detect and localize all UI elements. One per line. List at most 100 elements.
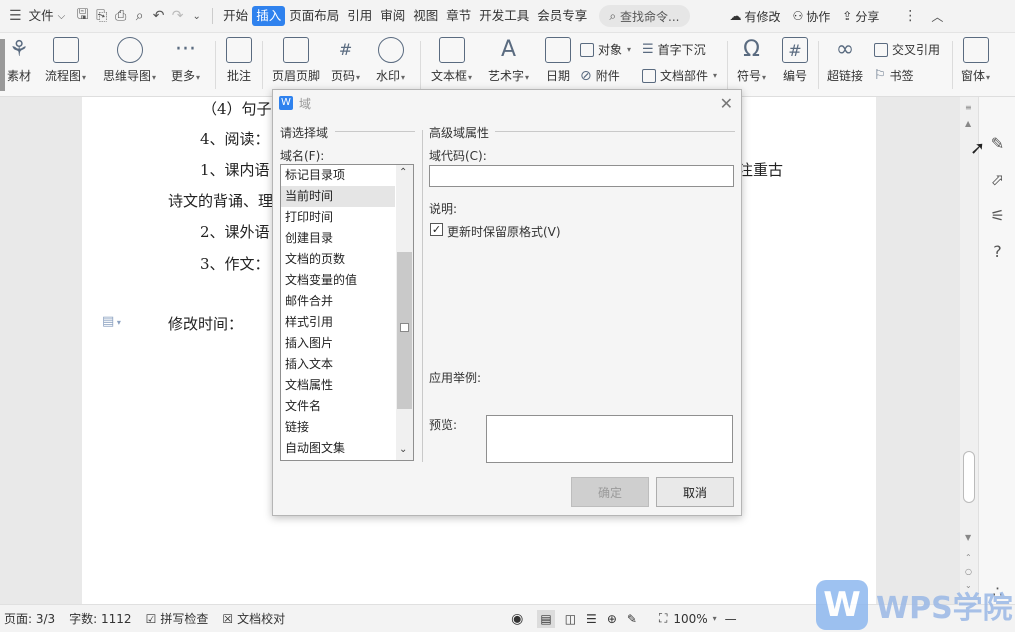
more-button[interactable]: ··· 更多▾	[171, 37, 200, 84]
export-icon[interactable]: ⎘	[92, 8, 111, 24]
eye-icon[interactable]: ◉	[511, 611, 523, 627]
list-item[interactable]: 创建目录	[281, 228, 395, 249]
scroll-top-icon[interactable]: ≡	[965, 103, 972, 112]
list-item[interactable]: 文档属性	[281, 375, 395, 396]
docparts-button[interactable]: 文档部件 ▾	[642, 67, 717, 84]
spellcheck-button[interactable]: ☑ 拼写检查	[146, 610, 209, 627]
comment-button[interactable]: 批注	[226, 37, 252, 84]
crossref-button[interactable]: 交叉引用	[874, 41, 940, 58]
document-scrollbar[interactable]: ≡ ▲ ▼ ⌃ ○ ⌄	[960, 97, 978, 604]
list-item[interactable]: 链接	[281, 417, 395, 438]
zoom-out-icon[interactable]: —	[725, 612, 737, 626]
chevron-down-icon[interactable]: ⌵	[58, 11, 66, 22]
header-footer-button[interactable]: 页眉页脚	[272, 37, 320, 84]
attachment-button[interactable]: ⊘ 附件	[580, 67, 620, 84]
undo-icon[interactable]: ↶	[149, 8, 168, 24]
tab-member[interactable]: 会员专享	[533, 6, 591, 26]
settings-sliders-icon[interactable]: ⚟	[979, 197, 1015, 233]
help-icon[interactable]: ?	[979, 233, 1015, 269]
tab-developer[interactable]: 开发工具	[475, 6, 533, 26]
paragraph-handle-icon[interactable]: ▤ ▾	[102, 314, 121, 329]
word-count[interactable]: 字数: 1112	[69, 610, 131, 627]
list-item[interactable]: 标记目录项	[281, 165, 395, 186]
list-scrollbar[interactable]: ⌃ ⌄	[396, 165, 413, 460]
scroll-down-icon[interactable]: ▼	[965, 533, 971, 542]
flowchart-button[interactable]: 流程图▾	[45, 37, 86, 84]
numbering-button[interactable]: # 编号	[782, 37, 808, 84]
web-view-icon[interactable]: ⊕	[607, 612, 617, 626]
prev-page-icon[interactable]: ⌃	[965, 553, 972, 562]
ok-button[interactable]: 确定	[571, 477, 649, 507]
dropcap-button[interactable]: ☰ 首字下沉	[642, 41, 706, 58]
hamburger-menu-icon[interactable]: ☰	[9, 8, 22, 24]
dialog-titlebar[interactable]: W 域	[273, 90, 741, 116]
material-label: 素材	[6, 69, 31, 83]
chevron-down-icon[interactable]: ⌄	[399, 444, 407, 455]
bookmark-button[interactable]: ⚐ 书签	[874, 67, 914, 84]
pointer-icon[interactable]: ⬀	[979, 161, 1015, 197]
file-menu[interactable]: 文件	[25, 6, 58, 26]
collapse-ribbon-icon[interactable]: ︿	[931, 8, 943, 25]
field-name-list[interactable]: 标记目录项 当前时间 打印时间 创建目录 文档的页数 文档变量的值 邮件合并 样…	[280, 164, 414, 461]
list-item[interactable]: 邮件合并	[281, 291, 395, 312]
list-item[interactable]: 文档变量的值	[281, 270, 395, 291]
quick-access-more-icon[interactable]: ⌄	[187, 11, 206, 22]
list-item-selected[interactable]: 当前时间	[281, 186, 395, 207]
right-sidebar: ✎ ⬀ ⚟ ? ∴	[978, 97, 1015, 604]
zoom-level[interactable]: 100% ▾	[673, 612, 716, 626]
field-code-input[interactable]	[429, 165, 734, 187]
scroll-thumb[interactable]	[963, 451, 975, 503]
symbol-button[interactable]: Ω 符号▾	[737, 37, 766, 84]
tab-review[interactable]: 审阅	[376, 6, 409, 26]
tab-home[interactable]: 开始	[219, 6, 252, 26]
more-options-icon[interactable]: ⋮	[903, 8, 917, 24]
hyperlink-button[interactable]: ∞ 超链接	[827, 37, 863, 84]
outline-icon[interactable]: ☰	[586, 612, 597, 626]
page-view-icon[interactable]: ▤	[537, 609, 555, 628]
list-item[interactable]: 文件名	[281, 396, 395, 417]
modified-button[interactable]: ☁ 有修改	[730, 8, 781, 25]
ribbon-scroll-left[interactable]	[0, 39, 5, 91]
select-browse-icon[interactable]: ○	[965, 567, 972, 576]
close-icon[interactable]: ✕	[720, 94, 733, 113]
object-button[interactable]: 对象 ▾	[580, 41, 631, 58]
list-item[interactable]: 打印时间	[281, 207, 395, 228]
proofread-button[interactable]: ☒ 文档校对	[222, 610, 285, 627]
preserve-format-checkbox[interactable]: ✓	[430, 223, 443, 236]
print-icon[interactable]: ⎙	[111, 8, 130, 24]
material-button[interactable]: ⚘ 素材	[6, 37, 32, 84]
read-mode-icon[interactable]: ◫	[565, 612, 576, 626]
symbol-label: 符号	[737, 69, 762, 83]
tab-references[interactable]: 引用	[343, 6, 376, 26]
tab-section[interactable]: 章节	[442, 6, 475, 26]
pen-mode-icon[interactable]: ✎	[627, 612, 637, 626]
list-item[interactable]: 自动图文集	[281, 438, 395, 459]
print-preview-icon[interactable]: ⌕	[130, 8, 149, 24]
date-button[interactable]: 日期	[545, 37, 571, 84]
list-item[interactable]: 插入图片	[281, 333, 395, 354]
chevron-up-icon[interactable]: ⌃	[399, 167, 407, 178]
tab-view[interactable]: 视图	[409, 6, 442, 26]
collab-button[interactable]: ⚇ 协作	[793, 8, 831, 25]
wordart-button[interactable]: A 艺术字▾	[488, 37, 529, 84]
tab-page-layout[interactable]: 页面布局	[285, 6, 343, 26]
textbox-button[interactable]: 文本框▾	[431, 37, 472, 84]
save-icon[interactable]: 🖫	[73, 4, 92, 28]
material-icon: ⚘	[9, 37, 29, 62]
crossref-icon	[874, 42, 888, 57]
watermark-button[interactable]: 水印▾	[376, 37, 405, 84]
command-search[interactable]: ⌕ 查找命令...	[599, 5, 690, 27]
list-item[interactable]: 样式引用	[281, 312, 395, 333]
share-button[interactable]: ⇪ 分享	[842, 8, 879, 25]
window-button[interactable]: 窗体▾	[961, 37, 990, 84]
scroll-up-icon[interactable]: ▲	[965, 119, 971, 128]
tab-insert[interactable]: 插入	[252, 6, 286, 26]
page-number-button[interactable]: # 页码▾	[331, 37, 360, 84]
redo-icon[interactable]: ↷	[168, 8, 187, 24]
page-indicator[interactable]: 页面: 3/3	[4, 610, 55, 627]
list-item[interactable]: 文档的页数	[281, 249, 395, 270]
mindmap-button[interactable]: 思维导图▾	[103, 37, 156, 84]
cancel-button[interactable]: 取消	[656, 477, 734, 507]
list-item[interactable]: 插入文本	[281, 354, 395, 375]
fit-page-icon[interactable]: ⛶	[659, 611, 667, 626]
